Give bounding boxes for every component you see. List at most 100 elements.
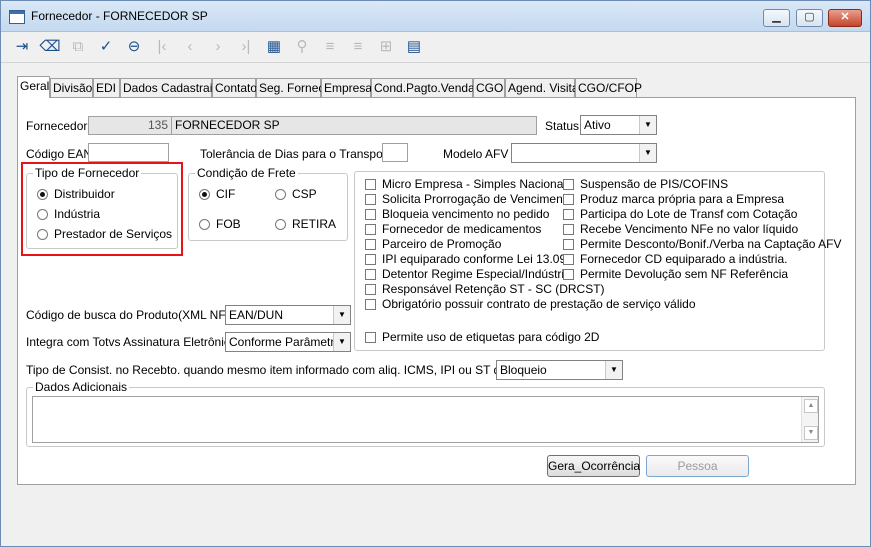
previous-record-button[interactable]: ‹: [179, 36, 201, 58]
grid-view-button[interactable]: ▦: [263, 36, 285, 58]
tab-divisao[interactable]: Divisão: [50, 78, 93, 97]
report-icon: ▤: [406, 38, 422, 55]
checkbox-suspensao-pis-cofins[interactable]: [563, 179, 574, 190]
tab-dados-cadastrais[interactable]: Dados Cadastrais: [120, 78, 218, 97]
window-title: Fornecedor - FORNECEDOR SP: [31, 9, 208, 23]
fornecedor-name-field[interactable]: FORNECEDOR SP: [171, 116, 537, 135]
radio-cif[interactable]: [199, 189, 210, 200]
checkbox-produz-marca-propria[interactable]: [563, 194, 574, 205]
checkbox-suspensao-pis-cofins-label[interactable]: Suspensão de PIS/COFINS: [580, 177, 728, 191]
ean-field[interactable]: [88, 143, 169, 162]
checkbox-fornecedor-cd-label[interactable]: Fornecedor CD equiparado a indústria.: [580, 252, 787, 266]
tab-cond-pagto-vendas[interactable]: Cond.Pagto.Vendas: [371, 78, 481, 97]
tab-edi[interactable]: EDI: [93, 78, 120, 97]
checkbox-etiquetas-2d-label[interactable]: Permite uso de etiquetas para código 2D: [382, 330, 599, 344]
tipo-consist-select[interactable]: Bloqueio ▼: [496, 360, 623, 380]
chevron-down-icon: ▼: [333, 306, 350, 324]
modelo-afv-select[interactable]: ▼: [511, 143, 657, 163]
clear-button[interactable]: ⌫: [39, 36, 61, 58]
radio-csp-label[interactable]: CSP: [292, 187, 317, 201]
radio-retira[interactable]: [275, 219, 286, 230]
supplier-window: Fornecedor - FORNECEDOR SP ▁ ▢ ✕ ⇥ ⌫ ⧉ ✓…: [0, 0, 871, 547]
delete-record-icon: ⊖: [127, 38, 141, 55]
checkbox-solicita-prorrogacao-label[interactable]: Solicita Prorrogação de Vencimento: [382, 192, 573, 206]
checkbox-bloqueia-vencimento-label[interactable]: Bloqueia vencimento no pedido: [382, 207, 549, 221]
exit-button[interactable]: ⇥: [11, 36, 33, 58]
tab-agend-visita[interactable]: Agend. Visita: [505, 78, 579, 97]
status-select[interactable]: Ativo ▼: [580, 115, 657, 135]
checkbox-ipi-equiparado[interactable]: [365, 254, 376, 265]
minimize-icon: ▁: [772, 11, 781, 23]
remove-line-button[interactable]: ≡: [347, 36, 369, 58]
integra-totvs-select[interactable]: Conforme Parâmetro ▼: [225, 332, 351, 352]
confirm-record-button[interactable]: ✓: [95, 36, 117, 58]
vertical-scrollbar[interactable]: ▲ ▼: [801, 397, 818, 442]
checkbox-participa-lote[interactable]: [563, 209, 574, 220]
tab-cgo-cfop[interactable]: CGO/CFOP: [575, 78, 642, 97]
gera-ocorrencia-button[interactable]: Gera_Ocorrência: [547, 455, 640, 477]
copy-record-icon: ⧉: [72, 38, 84, 55]
maximize-button[interactable]: ▢: [796, 9, 823, 27]
highlight-box: [21, 162, 183, 256]
checkbox-responsavel-retencao-label[interactable]: Responsável Retenção ST - SC (DRCST): [382, 282, 605, 296]
next-record-icon: ›: [215, 38, 221, 55]
scroll-down-icon[interactable]: ▼: [804, 426, 818, 440]
checkbox-fornecedor-medicamentos-label[interactable]: Fornecedor de medicamentos: [382, 222, 541, 236]
delete-record-button[interactable]: ⊖: [123, 36, 145, 58]
scroll-up-icon[interactable]: ▲: [804, 399, 818, 413]
checkbox-participa-lote-label[interactable]: Participa do Lote de Transf com Cotação: [580, 207, 797, 221]
checkbox-parceiro-promocao[interactable]: [365, 239, 376, 250]
checkbox-obrigatorio-contrato[interactable]: [365, 299, 376, 310]
tolerancia-field[interactable]: [382, 143, 408, 162]
checkbox-recebe-vencimento-nfe-label[interactable]: Recebe Vencimento NFe no valor líquido: [580, 222, 798, 236]
dados-adicionais-textarea[interactable]: ▲ ▼: [32, 396, 819, 443]
checkbox-produz-marca-propria-label[interactable]: Produz marca própria para a Empresa: [580, 192, 784, 206]
tab-cgo[interactable]: CGO: [473, 78, 505, 97]
tipo-consist-label: Tipo de Consist. no Recebto. quando mesm…: [26, 363, 550, 377]
checkbox-micro-empresa-label[interactable]: Micro Empresa - Simples Nacional: [382, 177, 566, 191]
close-icon: ✕: [840, 11, 850, 23]
checkbox-permite-desconto-label[interactable]: Permite Desconto/Bonif./Verba na Captaçã…: [580, 237, 841, 251]
minimize-button[interactable]: ▁: [763, 9, 790, 27]
radio-retira-label[interactable]: RETIRA: [292, 217, 336, 231]
checkbox-fornecedor-medicamentos[interactable]: [365, 224, 376, 235]
search-button[interactable]: ⚲: [291, 36, 313, 58]
remove-line-icon: ≡: [353, 38, 363, 55]
tab-seg-fornec[interactable]: Seg. Fornec: [256, 78, 324, 97]
radio-fob-label[interactable]: FOB: [216, 217, 241, 231]
checkbox-micro-empresa[interactable]: [365, 179, 376, 190]
radio-fob[interactable]: [199, 219, 210, 230]
checkbox-etiquetas-2d[interactable]: [365, 332, 376, 343]
checkbox-permite-devolucao-label[interactable]: Permite Devolução sem NF Referência: [580, 267, 788, 281]
close-button[interactable]: ✕: [828, 9, 862, 27]
checkbox-recebe-vencimento-nfe[interactable]: [563, 224, 574, 235]
checkbox-permite-devolucao[interactable]: [563, 269, 574, 280]
checkbox-detentor-regime[interactable]: [365, 269, 376, 280]
chevron-down-icon: ▼: [639, 144, 656, 162]
checkbox-fornecedor-cd[interactable]: [563, 254, 574, 265]
radio-cif-label[interactable]: CIF: [216, 187, 235, 201]
next-record-button[interactable]: ›: [207, 36, 229, 58]
fornecedor-code-field[interactable]: 135: [88, 116, 172, 135]
checkbox-detentor-regime-label[interactable]: Detentor Regime Especial/Indústria: [382, 267, 571, 281]
tab-empresa[interactable]: Empresa: [321, 78, 372, 97]
pessoa-button[interactable]: Pessoa: [646, 455, 749, 477]
checkbox-parceiro-promocao-label[interactable]: Parceiro de Promoção: [382, 237, 501, 251]
report-button[interactable]: ▤: [403, 36, 425, 58]
radio-csp[interactable]: [275, 189, 286, 200]
last-record-button[interactable]: ›|: [235, 36, 257, 58]
checkbox-ipi-equiparado-label[interactable]: IPI equiparado conforme Lei 13.097: [382, 252, 573, 266]
tab-contato[interactable]: Contato: [212, 78, 257, 97]
checkbox-solicita-prorrogacao[interactable]: [365, 194, 376, 205]
checkbox-bloqueia-vencimento[interactable]: [365, 209, 376, 220]
copy-record-button[interactable]: ⧉: [67, 36, 89, 58]
tab-geral[interactable]: Geral: [17, 76, 50, 98]
checkbox-obrigatorio-contrato-label[interactable]: Obrigatório possuir contrato de prestaçã…: [382, 297, 696, 311]
first-record-button[interactable]: |‹: [151, 36, 173, 58]
codigo-busca-select[interactable]: EAN/DUN ▼: [225, 305, 351, 325]
checkbox-responsavel-retencao[interactable]: [365, 284, 376, 295]
add-line-button[interactable]: ≡: [319, 36, 341, 58]
table-button[interactable]: ⊞: [375, 36, 397, 58]
toolbar: ⇥ ⌫ ⧉ ✓ ⊖ |‹ ‹ › ›| ▦ ⚲ ≡ ≡ ⊞ ▤: [1, 32, 870, 63]
checkbox-permite-desconto[interactable]: [563, 239, 574, 250]
